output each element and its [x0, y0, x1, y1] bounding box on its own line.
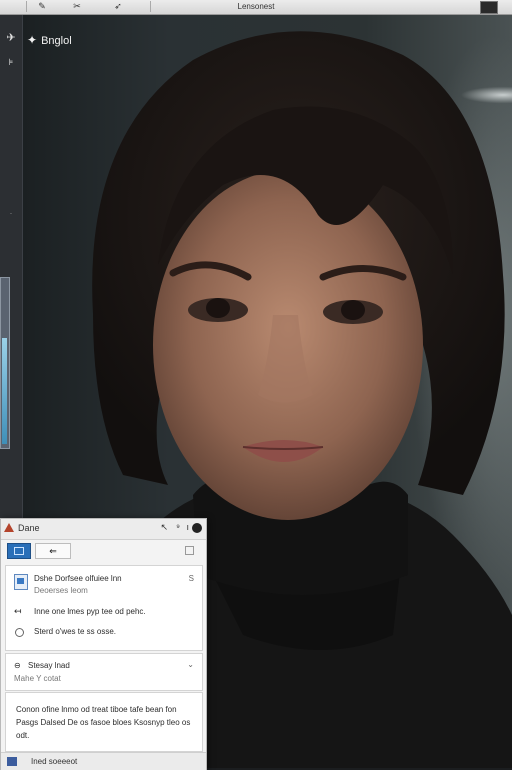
file-name: Dshe Dorfsee olfuiee lnn	[34, 574, 122, 583]
action-link-2[interactable]: Sterd o'wes te ss osse.	[34, 627, 116, 636]
panel-tabs: ⇐	[1, 540, 206, 560]
section-card[interactable]: ⊖ Stesay lnad Mahe Y cotat ⌄	[5, 653, 203, 691]
sparkle-icon: ✦	[27, 33, 38, 47]
footer-icon	[7, 757, 17, 766]
section-bullet-icon: ⊖	[14, 661, 21, 670]
back-tab[interactable]: ⇐	[35, 543, 71, 559]
move-tool-icon[interactable]: ✈	[4, 31, 18, 45]
image-tab[interactable]	[7, 543, 31, 559]
radio-icon[interactable]	[15, 628, 24, 637]
cursor-icon[interactable]: ↖	[160, 522, 168, 533]
properties-panel: Dane ↖ ⁹ ı ⇐ Dshe Dorfsee olfuiee lnn De…	[0, 518, 207, 770]
file-meta: Deoerses leom	[34, 586, 88, 595]
link-arrow-icon[interactable]: ↤	[14, 606, 22, 617]
file-card: Dshe Dorfsee olfuiee lnn Deoerses leom S…	[5, 565, 203, 651]
ruler-icon[interactable]: ı	[186, 522, 189, 532]
layer-preview-strip[interactable]	[0, 277, 10, 449]
file-badge: S	[188, 574, 194, 583]
canvas-label: ✦ Bnglol	[27, 33, 72, 47]
file-icon	[14, 574, 28, 590]
panel-footer[interactable]: Ined soeeeot	[1, 752, 206, 770]
pin-tool-icon[interactable]: ⊧	[4, 55, 18, 69]
action-link-1[interactable]: Inne one lmes pyp tee od pehc.	[34, 607, 146, 616]
description-card: Conon ofine lnmo od treat tiboe tafe bea…	[5, 692, 203, 752]
layer-preview-thumbnail	[2, 338, 7, 444]
panel-titlebar[interactable]: Dane ↖ ⁹ ı	[1, 519, 206, 540]
chevron-down-icon[interactable]: ⌄	[187, 660, 194, 669]
panel-title: Dane	[18, 523, 40, 533]
section-title: Stesay lnad	[28, 661, 70, 670]
window-title: Lensonest	[237, 2, 275, 11]
canvas-label-text: Bnglol	[41, 35, 72, 47]
description-text: Conon ofine lnmo od treat tiboe tafe bea…	[16, 705, 191, 740]
monitor-icon[interactable]	[480, 1, 498, 14]
top-toolbar: ✎ ✂ ➶ Lensonest	[0, 0, 512, 15]
section-sub: Mahe Y cotat	[14, 674, 61, 683]
pin-icon[interactable]: ⁹	[176, 522, 180, 532]
footer-label: Ined soeeeot	[31, 757, 78, 766]
square-icon[interactable]	[185, 546, 194, 555]
dot-icon: ·	[10, 211, 12, 217]
warning-icon	[4, 523, 14, 532]
close-icon[interactable]	[192, 523, 202, 533]
